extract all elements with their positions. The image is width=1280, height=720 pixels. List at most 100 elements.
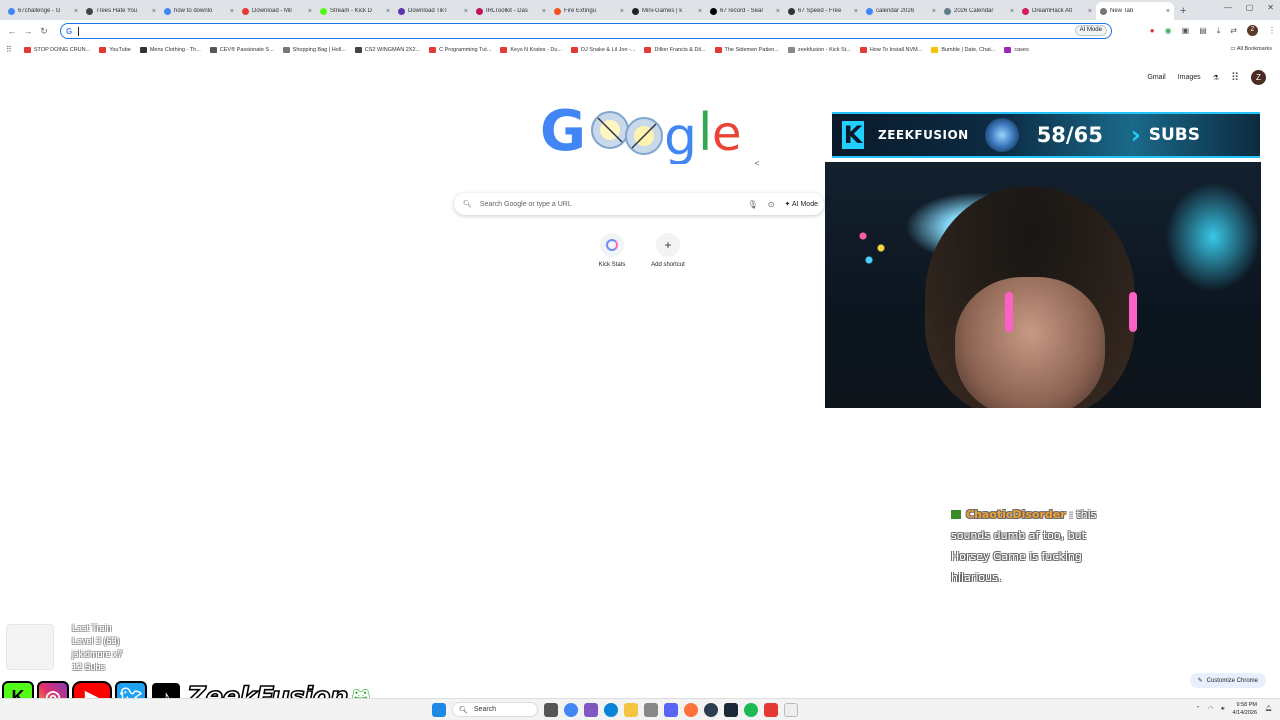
split-view-icon[interactable]: ▤	[1199, 26, 1207, 35]
browser-tab[interactable]: 2026 Calendar ×	[940, 2, 1018, 20]
close-tab-icon[interactable]: ×	[854, 8, 858, 15]
close-tab-icon[interactable]: ×	[152, 8, 156, 15]
bookmark-item[interactable]: C Programming Tut...	[429, 46, 491, 53]
gmail-link[interactable]: Gmail	[1147, 74, 1165, 81]
browser-tab[interactable]: Download - Mil ×	[238, 2, 316, 20]
bookmark-item[interactable]: zeekfusion - Kick St...	[787, 46, 851, 53]
reload-icon[interactable]: ↻	[36, 26, 52, 37]
discord-icon[interactable]	[664, 702, 678, 717]
browser-tab[interactable]: New Tab ×	[1096, 2, 1174, 20]
menu-icon[interactable]: ⋮	[1268, 26, 1276, 35]
browser-tab[interactable]: Fire Extingu ×	[550, 2, 628, 20]
apps-grid-icon[interactable]: ⠿	[6, 45, 12, 54]
bookmark-item[interactable]: STOP DOING CRUN...	[23, 46, 90, 53]
close-tab-icon[interactable]: ×	[620, 8, 624, 15]
maximize-icon[interactable]: ▢	[1246, 3, 1254, 12]
browser-tab[interactable]: DreamHack Atl ×	[1018, 2, 1096, 20]
close-tab-icon[interactable]: ×	[698, 8, 702, 15]
bookmark-item[interactable]: How To Install NVM...	[859, 46, 922, 53]
bookmark-item[interactable]: Dillon Francis & Dil...	[644, 46, 706, 53]
wifi-icon[interactable]: ◠	[1208, 705, 1213, 713]
browser-tab[interactable]: 67 record - Sear ×	[706, 2, 784, 20]
store-icon[interactable]	[644, 702, 658, 717]
browser-tab[interactable]: calendar 2026 ×	[862, 2, 940, 20]
labs-icon[interactable]: ⚗	[1213, 74, 1219, 82]
images-link[interactable]: Images	[1178, 74, 1201, 81]
browser-tab[interactable]: IRLToolkit - Das ×	[472, 2, 550, 20]
browser-tab[interactable]: Stream - Kick D ×	[316, 2, 394, 20]
close-tab-icon[interactable]: ×	[230, 8, 234, 15]
close-tab-icon[interactable]: ×	[776, 8, 780, 15]
edge-icon[interactable]	[604, 702, 618, 717]
bookmark-item[interactable]: cases	[1004, 46, 1029, 53]
browser-tab[interactable]: Mini-Games | k ×	[628, 2, 706, 20]
pdf-icon[interactable]	[764, 702, 778, 717]
spotify-icon[interactable]	[744, 702, 758, 717]
notepad-icon[interactable]	[784, 702, 798, 717]
browser-tab[interactable]: Download TikT ×	[394, 2, 472, 20]
bookmark-item[interactable]: Mens Clothing - Th...	[139, 46, 201, 53]
customize-chrome-button[interactable]: ✎ Customize Chrome	[1189, 673, 1266, 688]
close-tab-icon[interactable]: ×	[1088, 8, 1092, 15]
browser-tab[interactable]: 67 Speed - Free ×	[784, 2, 862, 20]
close-tab-icon[interactable]: ×	[308, 8, 312, 15]
file-explorer-icon[interactable]	[624, 702, 638, 717]
bookmark-item[interactable]: The Sidemen Patien...	[714, 46, 779, 53]
voice-search-icon[interactable]: 🎙︎	[748, 200, 758, 209]
ai-mode-button[interactable]: ✦ AI Mode	[784, 200, 818, 208]
share-page-icon[interactable]: ⇄	[1230, 26, 1237, 35]
close-tab-icon[interactable]: ×	[1166, 8, 1170, 15]
firefox-icon[interactable]	[684, 702, 698, 717]
taskbar-search[interactable]: 🔍︎ Search	[452, 702, 538, 717]
account-avatar[interactable]: Z	[1251, 70, 1266, 85]
close-tab-icon[interactable]: ×	[464, 8, 468, 15]
share-doodle-icon[interactable]: <	[751, 158, 763, 170]
app-icon[interactable]	[584, 702, 598, 717]
tray-chevron-icon[interactable]: ⌃	[1196, 705, 1201, 713]
back-icon[interactable]: ←	[4, 26, 20, 36]
close-tab-icon[interactable]: ×	[74, 8, 78, 15]
minimize-icon[interactable]: —	[1224, 3, 1232, 12]
browser-tab[interactable]: 67challenge - G ×	[4, 2, 82, 20]
close-tab-icon[interactable]: ×	[1010, 8, 1014, 15]
volume-icon[interactable]: 🔊︎	[1221, 705, 1224, 713]
all-bookmarks-button[interactable]: ▭ All Bookmarks	[1230, 46, 1272, 52]
browser-tab[interactable]: how to downlo ×	[160, 2, 238, 20]
obs-icon[interactable]	[704, 702, 718, 717]
profile-avatar[interactable]: Z	[1247, 25, 1258, 36]
google-doodle[interactable]: G g l e	[538, 92, 744, 164]
extension-icon[interactable]: ●	[1150, 26, 1155, 35]
close-tab-icon[interactable]: ×	[386, 8, 390, 15]
start-icon[interactable]	[432, 702, 446, 717]
new-tab-button[interactable]: +	[1180, 5, 1186, 17]
shortcut-kick-stats[interactable]: Kick Stats	[587, 233, 637, 268]
chat-username: ChaoticDisorder	[966, 508, 1066, 521]
bookmark-item[interactable]: Shopping Bag | Holl...	[282, 46, 346, 53]
bookmark-item[interactable]: DJ Snake & Lil Jon -...	[571, 46, 635, 53]
bookmark-item[interactable]: CEV® Passionate S...	[209, 46, 274, 53]
extensions-icon[interactable]: ▣	[1182, 26, 1190, 35]
download-icon[interactable]: ⤓	[1217, 26, 1221, 36]
close-window-icon[interactable]: ✕	[1267, 3, 1274, 12]
extension-icon-2[interactable]: ◉	[1165, 26, 1172, 35]
search-input[interactable]: Search Google or type a URL	[480, 201, 748, 208]
close-tab-icon[interactable]: ×	[932, 8, 936, 15]
notifications-icon[interactable]: 🔔︎	[1265, 705, 1272, 713]
chrome-icon[interactable]	[564, 702, 578, 717]
bookmark-item[interactable]: CS2 WINGMAN 2X2...	[354, 46, 420, 53]
google-search-box[interactable]: 🔍︎ Search Google or type a URL 🎙︎ ⊙ ✦ AI…	[454, 193, 824, 215]
omnibox[interactable]: G AI Mode	[60, 23, 1112, 39]
clock[interactable]: 9:58 PM 4/14/2026	[1233, 701, 1257, 717]
google-apps-icon[interactable]: ⠿	[1231, 71, 1239, 84]
steam-icon[interactable]	[724, 702, 738, 717]
bookmark-item[interactable]: YouTube	[99, 46, 131, 53]
google-lens-icon[interactable]: ⊙	[768, 200, 775, 209]
task-view-icon[interactable]	[544, 702, 558, 717]
browser-tab[interactable]: Trees Hate You ×	[82, 2, 160, 20]
close-tab-icon[interactable]: ×	[542, 8, 546, 15]
bookmark-item[interactable]: Keys N Krates - Du...	[500, 46, 562, 53]
bookmark-item[interactable]: Bumble | Date, Chat...	[931, 46, 995, 53]
omnibox-ai-mode-button[interactable]: AI Mode	[1074, 25, 1107, 36]
forward-icon[interactable]: →	[20, 26, 36, 36]
shortcut-add[interactable]: + Add shortcut	[643, 233, 693, 268]
